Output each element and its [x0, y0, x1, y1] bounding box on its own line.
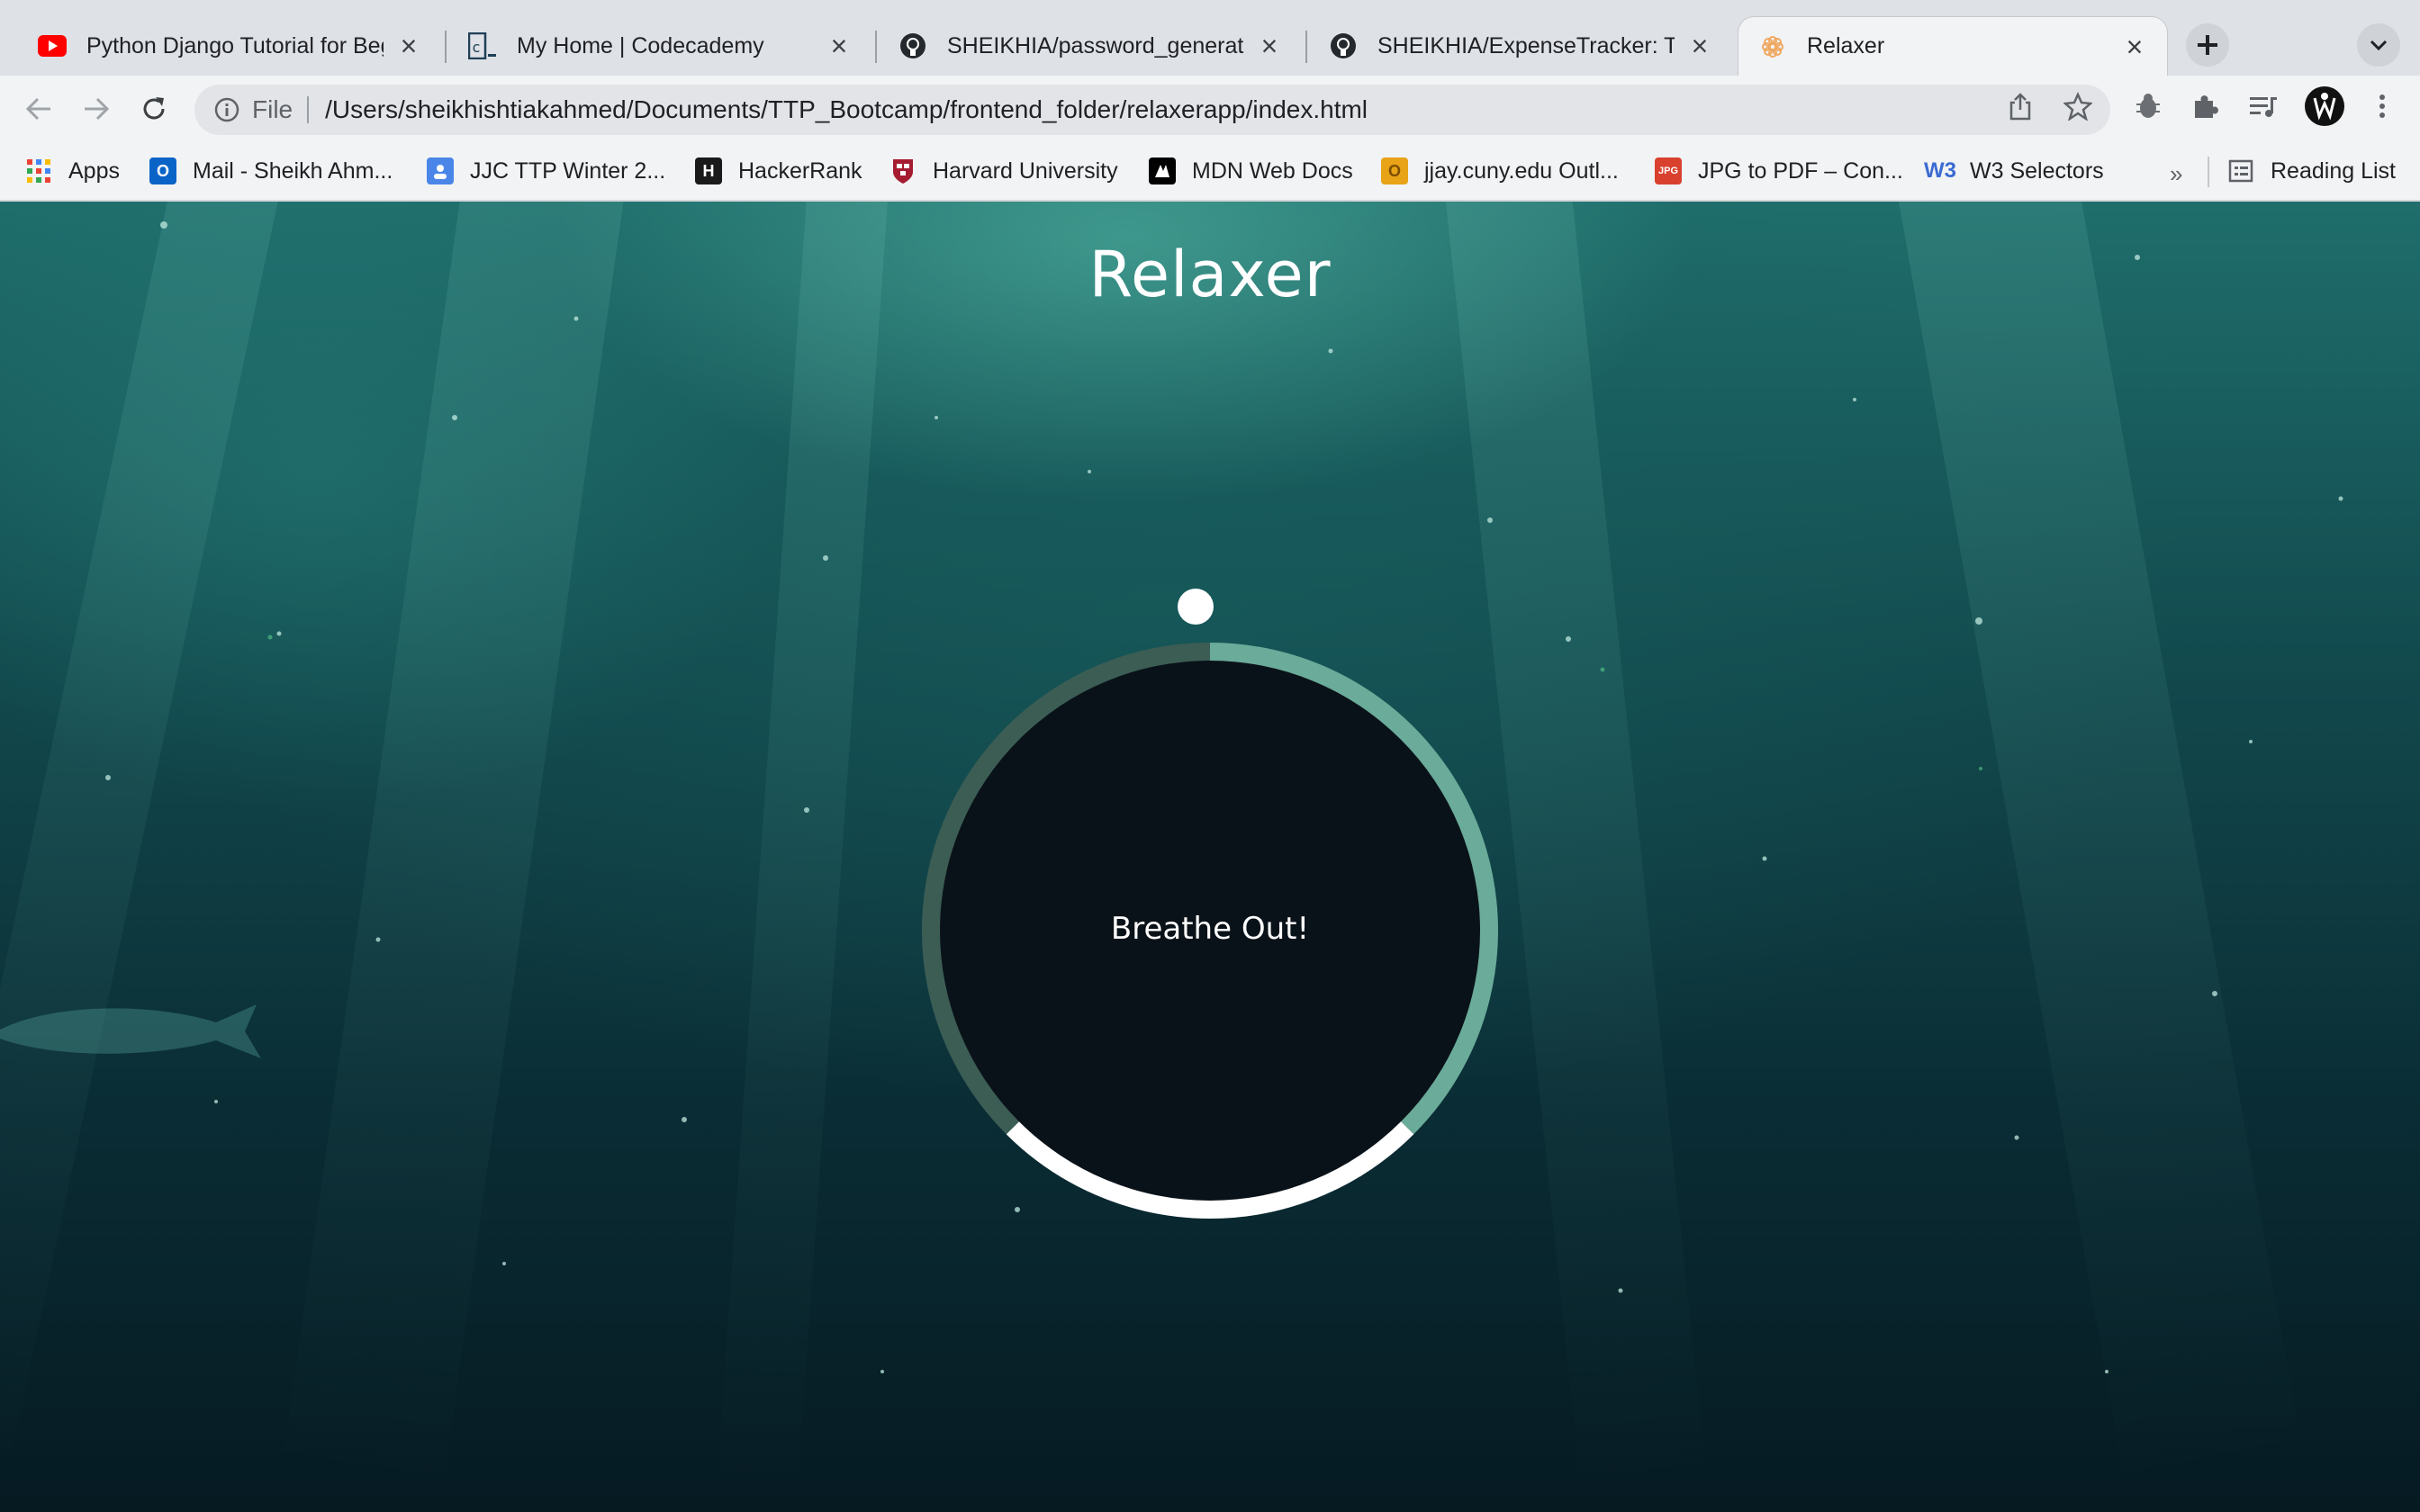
bug-icon: [2136, 94, 2160, 118]
codecademy-icon: c: [468, 32, 497, 60]
back-button[interactable]: [18, 88, 59, 130]
bookmark-label: MDN Web Docs: [1192, 158, 1353, 184]
new-tab-button[interactable]: [2186, 23, 2229, 67]
mdn-icon: [1149, 158, 1176, 184]
bookmark-jpg-to-pdf[interactable]: JPG JPG to PDF – Con...: [1655, 153, 1903, 189]
extension-bug-button[interactable]: [2130, 88, 2166, 124]
more-vertical-icon: [2379, 94, 2385, 118]
star-icon: [2063, 92, 2092, 121]
bookmark-apps[interactable]: Apps: [25, 153, 120, 189]
bookmark-star-button[interactable]: [2060, 88, 2096, 124]
reload-button[interactable]: [133, 88, 175, 130]
relaxer-icon: [1758, 32, 1787, 61]
bookmarks-divider: [2208, 157, 2209, 187]
outlook-icon: O: [149, 158, 176, 184]
bookmark-label: HackerRank: [738, 158, 862, 184]
close-tab-icon[interactable]: ×: [826, 32, 852, 60]
close-tab-icon[interactable]: ×: [1687, 32, 1712, 60]
tab-relaxer[interactable]: Relaxer ×: [1738, 16, 2168, 76]
reading-list-icon: [2227, 158, 2254, 184]
bookmark-label: JJC TTP Winter 2...: [470, 158, 666, 184]
info-icon[interactable]: [214, 97, 239, 122]
address-bar[interactable]: File /Users/sheikhishtiakahmed/Documents…: [194, 85, 2110, 135]
browser-menu-button[interactable]: [2364, 88, 2400, 124]
tab-python-django[interactable]: Python Django Tutorial for Begi ×: [18, 16, 441, 76]
bookmark-mdn[interactable]: MDN Web Docs: [1149, 153, 1353, 189]
plus-icon: [2198, 35, 2217, 55]
avatar-icon: [2305, 86, 2344, 126]
hackerrank-icon: H: [695, 158, 722, 184]
tab-title: SHEIKHIA/ExpenseTracker: This: [1377, 32, 1675, 58]
bookmark-label: W3 Selectors: [1970, 158, 2104, 184]
tab-title: Relaxer: [1807, 33, 1885, 58]
tab-divider: [1305, 31, 1307, 63]
outlook-o-icon: O: [1381, 158, 1408, 184]
puzzle-icon: [2195, 95, 2218, 118]
bookmark-label: Mail - Sheikh Ahm...: [193, 158, 393, 184]
tab-password-generator[interactable]: SHEIKHIA/password_generator ×: [879, 16, 1302, 76]
arrow-left-icon: [25, 97, 50, 121]
svg-text:c: c: [472, 39, 481, 56]
tab-title: My Home | Codecademy: [517, 32, 764, 58]
tab-divider: [875, 31, 877, 63]
bookmark-label: Harvard University: [933, 158, 1118, 184]
browser-toolbar: File /Users/sheikhishtiakahmed/Documents…: [0, 76, 2420, 142]
reload-icon: [143, 97, 165, 120]
page-title: Relaxer: [1088, 238, 1332, 311]
w3-icon: W3: [1924, 158, 1956, 183]
bookmark-mail[interactable]: O Mail - Sheikh Ahm...: [149, 153, 393, 189]
bookmark-harvard[interactable]: Harvard University: [889, 153, 1118, 189]
bookmarks-overflow-button[interactable]: »: [2170, 160, 2182, 188]
bookmark-hackerrank[interactable]: H HackerRank: [695, 153, 862, 189]
classroom-icon: [427, 158, 454, 184]
jpg-pdf-icon: JPG: [1655, 158, 1682, 184]
close-tab-icon[interactable]: ×: [396, 32, 421, 60]
scheme-label: File: [252, 96, 310, 123]
relaxer-page: Relaxer Breathe Out!: [0, 202, 2420, 1512]
arrow-right-icon: [85, 97, 110, 121]
tab-title: Python Django Tutorial for Begi: [86, 32, 384, 58]
tab-expense-tracker[interactable]: SHEIKHIA/ExpenseTracker: This ×: [1309, 16, 1732, 76]
breathing-status-text: Breathe Out!: [1110, 911, 1310, 947]
tab-title: SHEIKHIA/password_generator: [947, 32, 1244, 58]
breathing-container: Breathe Out!: [922, 589, 1498, 1219]
github-icon: [1329, 32, 1358, 60]
tab-codecademy[interactable]: c My Home | Codecademy ×: [448, 16, 871, 76]
reading-list-label: Reading List: [2271, 158, 2396, 184]
github-icon: [898, 32, 927, 60]
tab-search-button[interactable]: [2357, 23, 2400, 67]
tab-strip: Python Django Tutorial for Begi × c My H…: [0, 0, 2420, 76]
whale-shape: [0, 1004, 261, 1058]
close-tab-icon[interactable]: ×: [2122, 32, 2147, 61]
tab-divider: [445, 31, 447, 63]
reading-list-button[interactable]: Reading List: [2227, 153, 2396, 189]
extensions-button[interactable]: [2188, 88, 2224, 124]
forward-button[interactable]: [76, 88, 117, 130]
bookmark-jjay-outlook[interactable]: O jjay.cuny.edu Outl...: [1381, 153, 1619, 189]
profile-avatar[interactable]: [2303, 85, 2346, 128]
bookmark-label: Apps: [68, 158, 120, 184]
close-tab-icon[interactable]: ×: [1257, 32, 1282, 60]
progress-pointer: [1178, 589, 1214, 625]
share-icon: [2009, 93, 2031, 121]
playlist-icon: [2250, 97, 2277, 117]
bookmark-label: JPG to PDF – Con...: [1698, 158, 1903, 184]
chevron-down-icon: [2370, 40, 2388, 51]
bookmark-jjc-ttp[interactable]: JJC TTP Winter 2...: [427, 153, 665, 189]
share-button[interactable]: [2002, 88, 2038, 124]
bookmark-label: jjay.cuny.edu Outl...: [1424, 158, 1619, 184]
media-control-button[interactable]: [2245, 88, 2281, 124]
bookmarks-bar: Apps O Mail - Sheikh Ahm... JJC TTP Wint…: [0, 142, 2420, 202]
harvard-icon: [889, 158, 917, 184]
apps-grid-icon: [25, 158, 52, 184]
bookmark-w3-selectors[interactable]: W3 W3 Selectors: [1924, 153, 2104, 189]
youtube-icon: [38, 32, 67, 60]
url-text[interactable]: /Users/sheikhishtiakahmed/Documents/TTP_…: [325, 95, 1368, 124]
